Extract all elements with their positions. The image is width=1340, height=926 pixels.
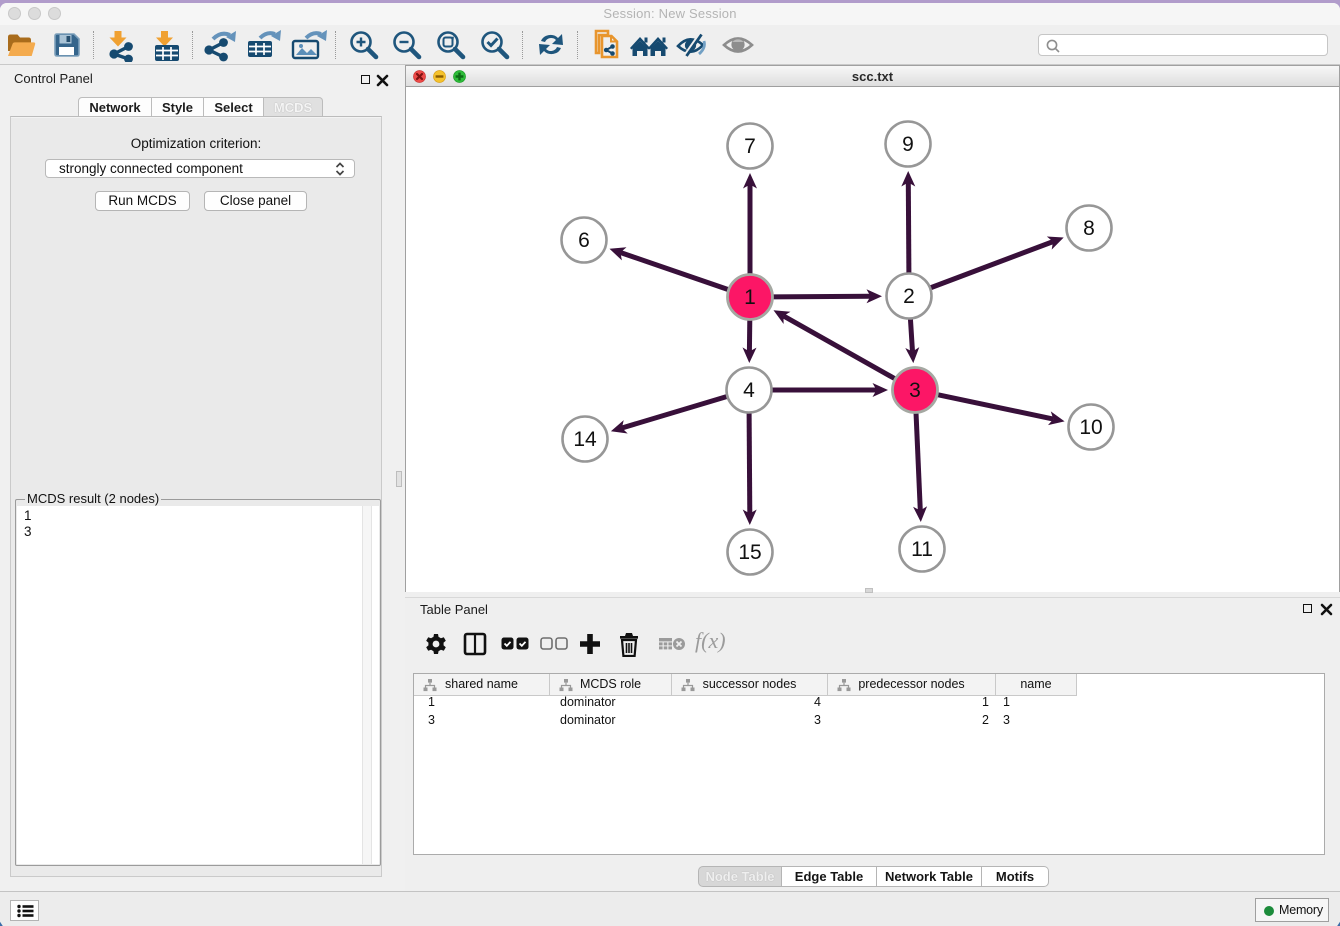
- svg-text:15: 15: [738, 541, 761, 564]
- svg-text:14: 14: [573, 428, 597, 451]
- svg-text:6: 6: [578, 229, 590, 252]
- svg-text:11: 11: [911, 538, 933, 561]
- svg-text:7: 7: [744, 135, 756, 158]
- svg-text:3: 3: [909, 379, 921, 402]
- svg-text:8: 8: [1083, 217, 1095, 240]
- svg-text:1: 1: [744, 286, 756, 309]
- svg-text:2: 2: [903, 285, 915, 308]
- svg-text:4: 4: [743, 379, 755, 402]
- svg-text:10: 10: [1079, 416, 1102, 439]
- svg-text:9: 9: [902, 133, 914, 156]
